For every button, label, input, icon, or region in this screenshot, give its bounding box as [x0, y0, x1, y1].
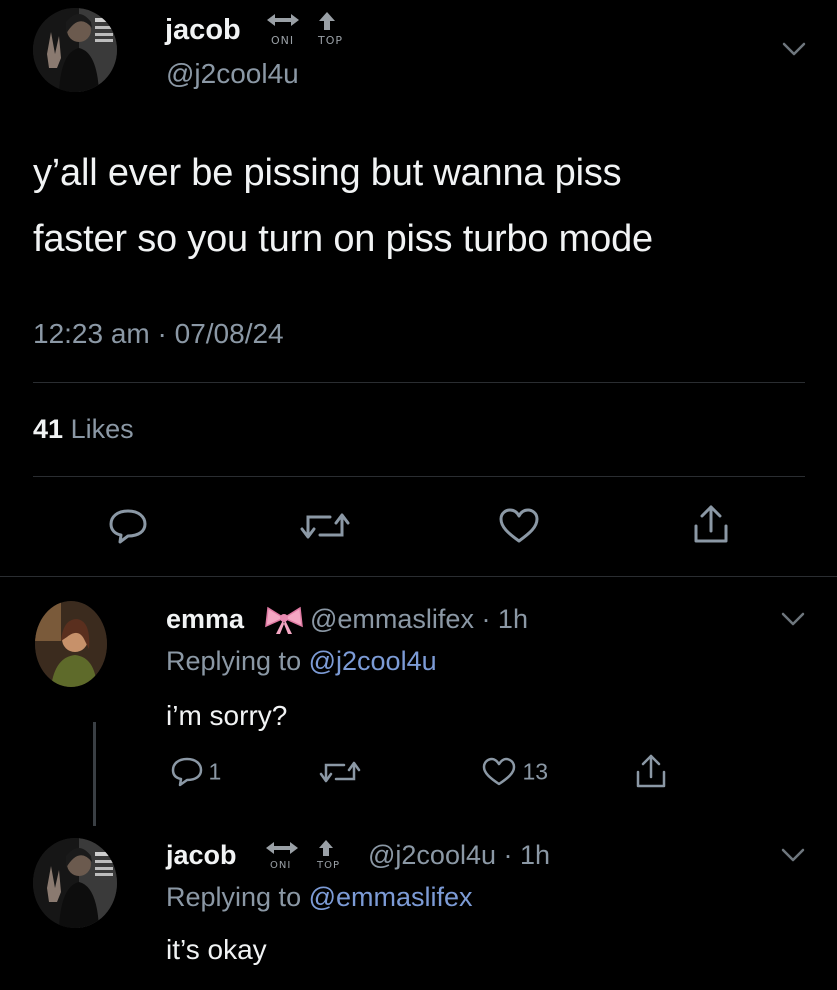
chevron-down-icon[interactable]	[780, 846, 806, 864]
display-name[interactable]: jacob	[165, 14, 241, 47]
avatar-image	[33, 8, 117, 92]
share-upload-icon	[636, 754, 666, 788]
replying-to: Replying to @emmaslifex	[166, 882, 473, 913]
avatar-jacob[interactable]	[33, 838, 117, 928]
like-button[interactable]: 13	[480, 756, 548, 790]
retweet-button[interactable]	[318, 756, 362, 793]
handle-time[interactable]: @j2cool4u · 1h	[368, 840, 550, 871]
avatar-image	[35, 601, 107, 687]
likes-count: 41	[33, 414, 64, 444]
flair-badge: ONI TOP	[261, 10, 353, 50]
replying-handle-link[interactable]: @emmaslifex	[309, 882, 473, 912]
like-button[interactable]	[496, 506, 542, 546]
speech-bubble-icon	[171, 757, 203, 787]
flair-right-label: TOP	[317, 860, 341, 871]
reply-text: i’m sorry?	[166, 700, 288, 731]
retweet-button[interactable]	[298, 506, 352, 546]
reply-count: 1	[208, 758, 222, 785]
speech-bubble-icon	[109, 509, 147, 544]
flair-right-label: TOP	[318, 34, 344, 47]
replying-handle-link[interactable]: @j2cool4u	[309, 646, 437, 676]
like-count: 13	[522, 758, 549, 785]
handle-time[interactable]: @emmaslifex · 1h	[310, 604, 528, 635]
swap-arrows-icon	[267, 12, 335, 30]
tweet-text-line-1: y’all ever be pissing but wanna piss	[33, 152, 622, 194]
chevron-down-icon[interactable]	[780, 610, 806, 628]
flair-badge: ONI TOP	[262, 838, 358, 874]
share-upload-icon	[694, 505, 728, 543]
avatar-jacob[interactable]	[33, 8, 117, 92]
share-button[interactable]	[688, 502, 734, 546]
retweet-arrows-icon	[300, 513, 350, 539]
avatar-image	[33, 838, 117, 928]
pink-bow-emoji-icon	[265, 606, 303, 634]
tweet-text-line-2: faster so you turn on piss turbo mode	[33, 218, 653, 260]
replying-prefix: Replying to	[166, 882, 302, 912]
likes-label: Likes	[70, 414, 134, 444]
share-button[interactable]	[632, 752, 670, 795]
chevron-down-icon[interactable]	[781, 40, 807, 58]
retweet-arrows-icon	[319, 761, 361, 783]
swap-arrows-icon	[266, 840, 333, 856]
reply-button[interactable]	[106, 506, 150, 546]
avatar-emma[interactable]	[35, 601, 107, 687]
divider	[33, 476, 805, 477]
display-name[interactable]: jacob	[166, 840, 237, 871]
replying-to: Replying to @j2cool4u	[166, 646, 437, 677]
handle[interactable]: @j2cool4u	[166, 58, 299, 90]
reply-button[interactable]: 1	[170, 756, 221, 790]
flair-left-label: ONI	[270, 860, 292, 871]
divider	[33, 382, 805, 383]
likes-stat[interactable]: 41 Likes	[33, 414, 134, 445]
heart-icon	[482, 757, 516, 786]
reply-text: it’s okay	[166, 934, 267, 965]
flair-left-label: ONI	[271, 34, 295, 47]
replying-prefix: Replying to	[166, 646, 302, 676]
timestamp[interactable]: 12:23 am · 07/08/24	[33, 318, 284, 350]
heart-icon	[499, 508, 539, 543]
section-divider	[0, 576, 837, 577]
display-name[interactable]: emma	[166, 604, 244, 635]
thread-line	[93, 722, 96, 826]
